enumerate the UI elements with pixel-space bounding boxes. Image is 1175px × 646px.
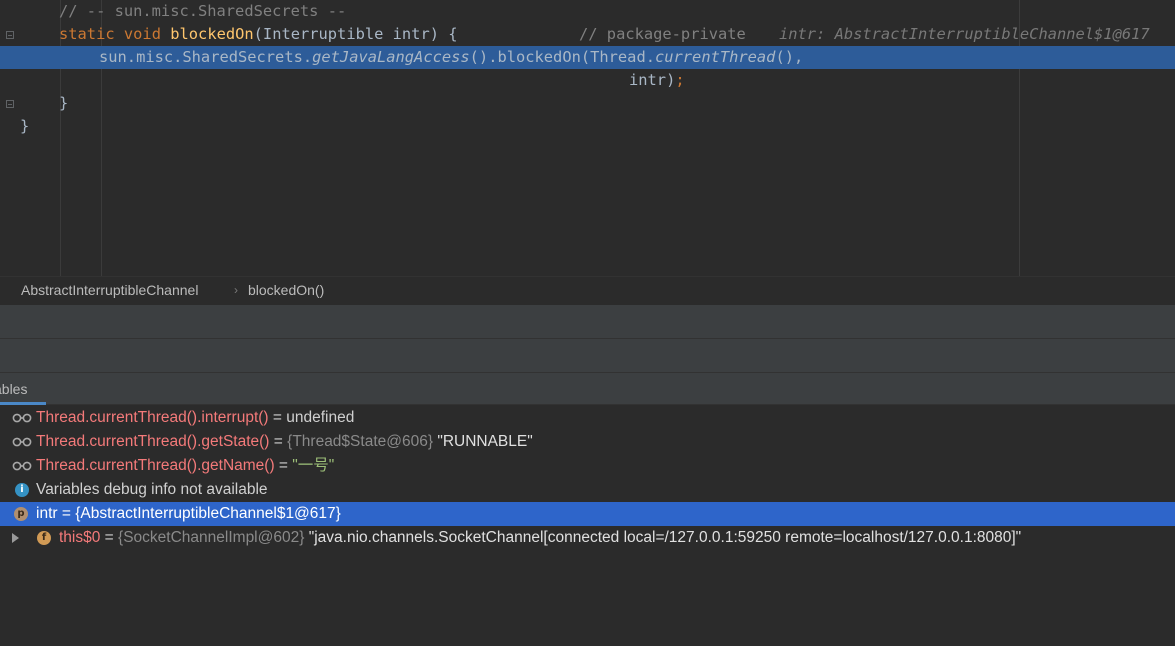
closing-brace: } bbox=[20, 117, 30, 135]
code-line-2[interactable]: static void blockedOn(Interruptible intr… bbox=[0, 23, 1175, 46]
code-comment: // -- sun.misc.SharedSecrets -- bbox=[59, 2, 347, 20]
equals-sign: = bbox=[274, 457, 293, 474]
info-row[interactable]: i Variables debug info not available bbox=[0, 478, 1175, 502]
code-line-4[interactable]: intr); bbox=[0, 69, 1175, 92]
keyword: static bbox=[59, 25, 115, 43]
fold-toggle-icon[interactable] bbox=[6, 100, 14, 108]
watch-glasses-icon bbox=[12, 413, 32, 423]
watch-type: {Thread$State@606} bbox=[287, 433, 434, 450]
equals-sign: = bbox=[268, 409, 287, 426]
current-execution-line[interactable]: sun.misc.SharedSecrets.getJavaLangAccess… bbox=[0, 46, 1175, 69]
variable-text: this$0 = {SocketChannelImpl@602} "java.n… bbox=[59, 526, 1021, 550]
watch-value: "一号" bbox=[292, 457, 335, 474]
debug-toolbar bbox=[0, 304, 1175, 338]
watch-glasses-icon bbox=[12, 461, 32, 471]
watch-text: Thread.currentThread().interrupt() = und… bbox=[36, 406, 354, 430]
field-icon: f bbox=[37, 531, 51, 545]
variable-type: {SocketChannelImpl@602} bbox=[118, 529, 305, 546]
code-comment: // package-private bbox=[579, 25, 746, 43]
code-token: intr) bbox=[629, 71, 676, 89]
debug-frames-toolbar bbox=[0, 338, 1175, 372]
keyword: void bbox=[123, 25, 161, 43]
watch-value: undefined bbox=[286, 409, 355, 426]
code-statement: intr); bbox=[629, 69, 685, 92]
debug-tab-bar: ables bbox=[0, 372, 1175, 405]
expand-arrow-icon[interactable] bbox=[12, 533, 19, 543]
code-token: ; bbox=[675, 71, 685, 89]
code-token: (), bbox=[775, 48, 804, 66]
closing-brace: } bbox=[59, 94, 69, 112]
variable-text: intr = {AbstractInterruptibleChannel$1@6… bbox=[36, 505, 341, 522]
watch-expression: Thread.currentThread().getName() bbox=[36, 457, 275, 474]
breadcrumb: AbstractInterruptibleChannel › blockedOn… bbox=[0, 276, 1175, 304]
code-token: ().blockedOn(Thread. bbox=[469, 48, 655, 66]
code-line-6[interactable]: } bbox=[0, 115, 1175, 138]
watch-row[interactable]: Thread.currentThread().interrupt() = und… bbox=[0, 406, 1175, 430]
inline-debug-value: intr: AbstractInterruptibleChannel$1@617 bbox=[779, 25, 1150, 43]
code-line-5[interactable]: } bbox=[0, 92, 1175, 115]
variable-row[interactable]: f this$0 = {SocketChannelImpl@602} "java… bbox=[0, 526, 1175, 550]
method-call: currentThread bbox=[654, 48, 776, 66]
equals-sign: = bbox=[100, 529, 119, 546]
code-statement: sun.misc.SharedSecrets.getJavaLangAccess… bbox=[99, 46, 803, 69]
parameter-icon: p bbox=[14, 507, 28, 521]
code-editor[interactable]: // -- sun.misc.SharedSecrets -- static v… bbox=[0, 0, 1175, 276]
watch-glasses-icon bbox=[12, 437, 32, 447]
equals-sign: = bbox=[269, 433, 288, 450]
fold-toggle-icon[interactable] bbox=[6, 31, 14, 39]
watch-expression: Thread.currentThread().interrupt() bbox=[36, 409, 269, 426]
method-name: blockedOn bbox=[170, 25, 254, 43]
watch-row[interactable]: Thread.currentThread().getState() = {Thr… bbox=[0, 430, 1175, 454]
watch-row[interactable]: Thread.currentThread().getName() = "一号" bbox=[0, 454, 1175, 478]
breadcrumb-class[interactable]: AbstractInterruptibleChannel bbox=[21, 277, 198, 304]
watch-value: "RUNNABLE" bbox=[433, 433, 533, 450]
variable-row-selected[interactable]: p intr = {AbstractInterruptibleChannel$1… bbox=[0, 502, 1175, 526]
watch-expression: Thread.currentThread().getState() bbox=[36, 433, 270, 450]
info-icon: i bbox=[15, 483, 29, 497]
method-signature: static void blockedOn(Interruptible intr… bbox=[59, 23, 458, 46]
code-line-1[interactable]: // -- sun.misc.SharedSecrets -- bbox=[0, 0, 1175, 23]
watch-text: Thread.currentThread().getState() = {Thr… bbox=[36, 430, 533, 454]
tab-variables[interactable]: ables bbox=[0, 381, 27, 397]
info-message: Variables debug info not available bbox=[36, 481, 268, 498]
variable-name: this$0 bbox=[59, 529, 101, 546]
variables-panel: Thread.currentThread().interrupt() = und… bbox=[0, 405, 1175, 611]
method-call: getJavaLangAccess bbox=[312, 48, 470, 66]
breadcrumb-separator: › bbox=[234, 283, 238, 297]
method-params: (Interruptible intr) { bbox=[253, 25, 458, 43]
watch-text: Thread.currentThread().getName() = "一号" bbox=[36, 454, 334, 478]
variable-value: "java.nio.channels.SocketChannel[connect… bbox=[304, 529, 1022, 546]
breadcrumb-method[interactable]: blockedOn() bbox=[248, 277, 324, 304]
code-token: sun.misc.SharedSecrets. bbox=[99, 48, 313, 66]
